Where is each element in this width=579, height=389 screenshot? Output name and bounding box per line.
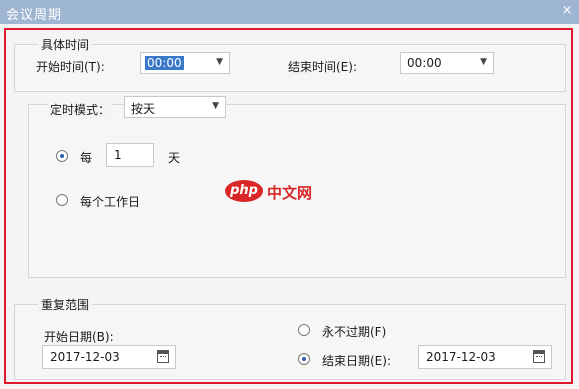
window-titlebar: 会议周期 × <box>0 0 579 24</box>
schedule-mode-dropdown[interactable]: 按天 ▼ <box>124 96 226 118</box>
start-date-value: 2017-12-03 <box>50 350 120 364</box>
schedule-mode-label: 定时模式： <box>48 101 113 118</box>
calendar-icon[interactable] <box>533 350 545 363</box>
end-time-value: 00:00 <box>407 56 442 70</box>
days-unit-label: 天 <box>168 151 181 165</box>
calendar-icon[interactable] <box>157 350 169 363</box>
chevron-down-icon: ▼ <box>212 101 219 111</box>
window-title: 会议周期 <box>6 8 63 23</box>
every-days-radio[interactable] <box>56 150 68 162</box>
repeat-range-group-title: 重复范围 <box>38 296 93 313</box>
start-time-label: 开始时间(T): <box>36 60 105 74</box>
chevron-down-icon: ▼ <box>216 57 223 67</box>
end-date-picker[interactable]: 2017-12-03 <box>418 345 552 369</box>
watermark-text: 中文网 <box>267 184 313 202</box>
every-weekday-radio[interactable] <box>56 194 68 206</box>
close-icon[interactable]: × <box>559 2 575 20</box>
watermark-logo: php <box>225 180 263 202</box>
every-days-input[interactable]: 1 <box>106 143 154 167</box>
start-date-label: 开始日期(B): <box>44 330 114 344</box>
never-expire-label: 永不过期(F) <box>322 325 387 339</box>
every-weekday-label: 每个工作日 <box>80 195 141 209</box>
start-date-picker[interactable]: 2017-12-03 <box>42 345 176 369</box>
end-date-radio[interactable] <box>298 353 310 365</box>
start-time-value: 00:00 <box>145 56 184 70</box>
end-time-label: 结束时间(E): <box>288 60 357 74</box>
chevron-down-icon: ▼ <box>480 57 487 67</box>
never-expire-radio[interactable] <box>298 324 310 336</box>
every-days-value: 1 <box>114 148 122 162</box>
schedule-mode-value: 按天 <box>131 102 156 116</box>
end-time-dropdown[interactable]: 00:00 ▼ <box>400 52 494 74</box>
end-date-value: 2017-12-03 <box>426 350 496 364</box>
specific-time-group-title: 具体时间 <box>38 36 93 53</box>
end-date-label: 结束日期(E): <box>322 354 391 368</box>
start-time-dropdown[interactable]: 00:00 ▼ <box>140 52 230 74</box>
every-label: 每 <box>80 151 93 165</box>
